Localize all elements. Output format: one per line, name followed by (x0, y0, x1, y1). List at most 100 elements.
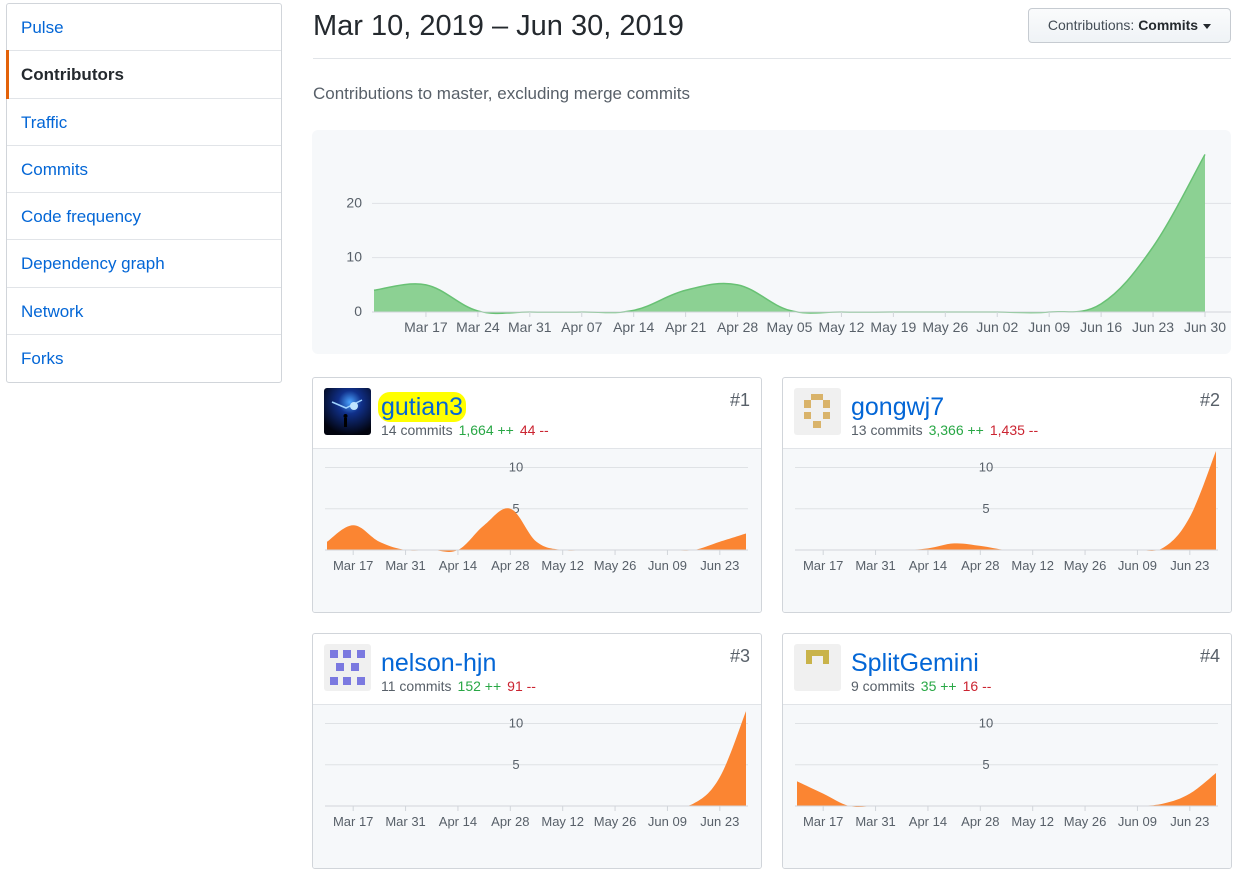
y-tick-label: 5 (982, 757, 989, 772)
x-tick-label: May 12 (1011, 558, 1054, 573)
deletions-count: 44 -- (519, 422, 549, 438)
contributor-login-link[interactable]: nelson-hjn (381, 648, 496, 678)
sidebar-item-contributors[interactable]: Contributors (6, 50, 281, 99)
y-tick-label: 10 (509, 460, 523, 475)
additions-count: 1,664 ++ (458, 422, 514, 438)
x-tick-label: Mar 17 (333, 558, 373, 573)
x-tick-label: Mar 24 (456, 319, 500, 335)
y-tick-label: 10 (979, 460, 993, 475)
y-tick-label: 10 (509, 716, 523, 731)
identicon-avatar-icon[interactable] (324, 644, 371, 691)
x-tick-label: Jun 02 (976, 319, 1018, 335)
contributor-card-header: SplitGemini #4 9 commits 35 ++ 16 -- (783, 634, 1231, 705)
x-tick-label: Apr 28 (961, 814, 999, 829)
contributor-card: gutian3 #1 14 commits 1,664 ++ 44 -- 5 10 Ma… (312, 377, 762, 613)
contributions-type-dropdown[interactable]: Contributions: Commits (1028, 8, 1231, 43)
x-tick-label: Jun 09 (1118, 814, 1157, 829)
contributor-card: SplitGemini #4 9 commits 35 ++ 16 -- 5 10 Ma… (782, 633, 1232, 869)
galaxy-photo-avatar-icon[interactable] (324, 388, 371, 435)
contributor-activity-chart: 5 10 Mar 17 Mar 31 Apr 14 Apr 28 May 12 May 26 J… (313, 449, 761, 612)
additions-count: 152 ++ (457, 678, 502, 694)
contributor-activity-svg: 510Mar 17 Mar 31 Apr 14 Apr 28 May 12 May 26 J… (795, 451, 1218, 573)
contributor-stats: 11 commits 152 ++ 91 -- (381, 678, 536, 694)
contributor-stats: 9 commits 35 ++ 16 -- (851, 678, 991, 694)
contributor-login-link[interactable]: gutian3 (378, 392, 467, 422)
x-tick-label: May 12 (541, 558, 584, 573)
commit-count[interactable]: 11 commits (381, 678, 452, 694)
x-tick-label: May 12 (541, 814, 584, 829)
sidebar-item-pulse[interactable]: Pulse (7, 4, 281, 52)
contributor-activity-svg: 510Mar 17 Mar 31 Apr 14 Apr 28 May 12 May 26 J… (795, 716, 1218, 829)
x-tick-label: Apr 28 (717, 319, 758, 335)
x-tick-label: May 19 (870, 319, 916, 335)
x-tick-label: Jun 23 (700, 558, 739, 573)
contributor-card: gongwj7 #2 13 commits 3,366 ++ 1,435 -- 5 1… (782, 377, 1232, 613)
insights-sidebar: Pulse Contributors Traffic Commits Code … (6, 3, 282, 384)
overall-contributions-chart[interactable]: 0 10 20 Mar 17 Mar 24 Mar 31 Apr 07 Apr 14 Apr 2… (312, 130, 1231, 354)
dropdown-prefix: Contributions: (1047, 17, 1139, 33)
identicon-avatar-icon[interactable] (794, 388, 841, 435)
x-tick-label: Mar 31 (385, 814, 425, 829)
contributor-activity-chart: 5 10 Mar 17 Mar 31 Apr 14 Apr 28 May 12 May 26 J… (783, 705, 1231, 868)
series-area (327, 508, 746, 552)
contributor-card-header: gongwj7 #2 13 commits 3,366 ++ 1,435 -- (783, 378, 1231, 449)
commit-count[interactable]: 13 commits (851, 422, 923, 438)
contributor-rank: #2 (1199, 390, 1220, 410)
x-tick-label: Jun 23 (1170, 814, 1209, 829)
sidebar-item-forks[interactable]: Forks (7, 335, 281, 382)
commit-count[interactable]: 14 commits (381, 422, 453, 438)
x-tick-label: Apr 07 (561, 319, 602, 335)
sidebar-item-traffic[interactable]: Traffic (7, 99, 281, 146)
chart-subtitle: Contributions to master, excluding merge… (313, 84, 690, 103)
contributor-rank: #4 (1199, 646, 1220, 666)
identicon-avatar-icon[interactable] (794, 644, 841, 691)
contributor-activity-svg: 510Mar 17 Mar 31 Apr 14 Apr 28 May 12 May 26 J… (325, 711, 748, 829)
contributor-card-header: nelson-hjn #3 11 commits 152 ++ 91 -- (313, 634, 761, 705)
x-tick-label: Mar 31 (855, 814, 895, 829)
x-tick-label: Jun 30 (1184, 319, 1226, 335)
caret-down-icon (1203, 23, 1212, 29)
x-tick-label: May 26 (1064, 814, 1107, 829)
sidebar-item-dependency-graph[interactable]: Dependency graph (7, 240, 281, 288)
contributor-login-link[interactable]: SplitGemini (851, 648, 979, 678)
x-tick-label: Jun 23 (1170, 558, 1209, 573)
x-tick-label: Apr 14 (909, 558, 947, 573)
x-tick-label: Jun 09 (648, 558, 687, 573)
contributor-activity-svg: 510Mar 17 Mar 31 Apr 14 Apr 28 May 12 May 26 J… (325, 460, 748, 573)
x-tick-label: Apr 28 (491, 814, 529, 829)
contributor-rank: #1 (729, 390, 750, 410)
x-tick-label: Mar 17 (803, 558, 843, 573)
sidebar-item-code-frequency[interactable]: Code frequency (7, 193, 281, 241)
additions-count: 3,366 ++ (928, 422, 984, 438)
x-tick-label: Apr 14 (439, 558, 477, 573)
series-area (797, 451, 1216, 551)
x-tick-label: May 26 (594, 814, 637, 829)
x-tick-label: Mar 17 (333, 814, 373, 829)
x-tick-label: Mar 17 (404, 319, 448, 335)
x-tick-label: May 12 (1011, 814, 1054, 829)
contributor-login-link[interactable]: gongwj7 (851, 392, 944, 422)
y-tick-label: 20 (346, 194, 362, 210)
sidebar-item-network[interactable]: Network (7, 288, 281, 336)
deletions-count: 16 -- (962, 678, 992, 694)
contributor-card-header: gutian3 #1 14 commits 1,664 ++ 44 -- (313, 378, 761, 449)
y-tick-label: 0 (354, 303, 362, 319)
x-tick-label: Mar 31 (385, 558, 425, 573)
series-area (797, 773, 1216, 807)
x-tick-label: Apr 28 (961, 558, 999, 573)
x-tick-label: Mar 31 (508, 319, 552, 335)
contributor-activity-chart: 5 10 Mar 17 Mar 31 Apr 14 Apr 28 May 12 May 26 J… (313, 705, 761, 868)
contributor-rank: #3 (729, 646, 750, 666)
x-tick-label: Mar 17 (803, 814, 843, 829)
commit-count[interactable]: 9 commits (851, 678, 915, 694)
contributor-stats: 14 commits 1,664 ++ 44 -- (381, 422, 549, 438)
x-tick-label: May 12 (818, 319, 864, 335)
series-line (373, 154, 1206, 315)
y-tick-label: 10 (979, 716, 993, 731)
x-tick-label: Jun 23 (700, 814, 739, 829)
sidebar-item-commits[interactable]: Commits (7, 146, 281, 194)
overall-contributions-svg: 0 10 20 Mar 17 Mar 24 Mar 31 Apr 07 Apr 14 Apr 2… (346, 154, 1231, 335)
date-range-title: Mar 10, 2019 – Jun 30, 2019 (313, 10, 684, 42)
x-tick-label: Jun 09 (1118, 558, 1157, 573)
contributor-stats: 13 commits 3,366 ++ 1,435 -- (851, 422, 1038, 438)
